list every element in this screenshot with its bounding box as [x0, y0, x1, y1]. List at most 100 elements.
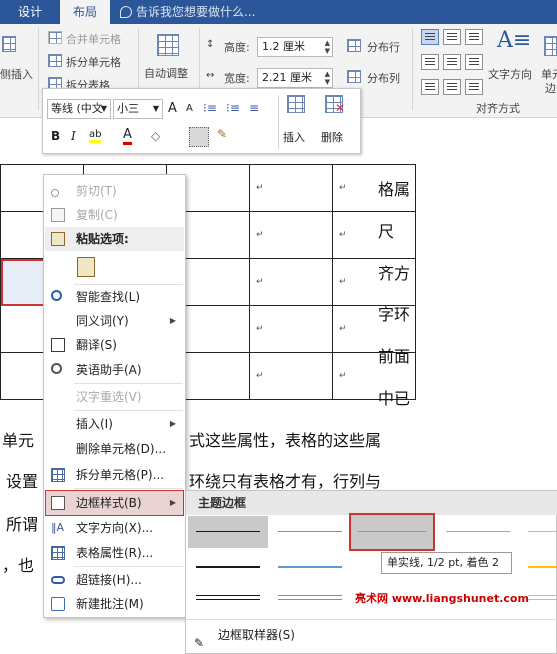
comment-icon	[51, 597, 65, 611]
border-painter-label: 边框取样器(S)	[218, 628, 295, 642]
table-cell[interactable]: ↵	[249, 211, 333, 259]
menu-item-translate[interactable]: 翻译(S)	[45, 333, 184, 357]
menu-item-label: 剪切(T)	[76, 184, 117, 198]
paragraph-mark: ↵	[256, 277, 264, 287]
body-text: 齐方	[378, 264, 411, 283]
text-direction-icon: ‖A	[51, 521, 65, 534]
copy-icon	[51, 208, 65, 222]
align-bottom-center-button[interactable]	[443, 79, 461, 95]
align-top-center-button[interactable]	[443, 29, 461, 45]
border-style-swatch-selected[interactable]	[349, 513, 435, 551]
bold-button[interactable]: B	[51, 129, 60, 143]
distribute-cols-button[interactable]: 分布列	[367, 70, 400, 86]
submenu-arrow-icon: ▶	[169, 316, 176, 325]
menu-item-new-comment[interactable]: 新建批注(M)	[45, 592, 184, 616]
spinner-icon[interactable]: ▲ ▼	[325, 70, 330, 86]
font-color-button[interactable]: A	[123, 127, 132, 145]
delete-button[interactable]: 删除	[321, 129, 343, 145]
scissors-icon	[51, 189, 59, 197]
menu-item-split-cells[interactable]: 拆分单元格(P)...	[45, 463, 184, 487]
menu-item-cut[interactable]: 剪切(T)	[45, 179, 184, 203]
menu-item-insert[interactable]: 插入(I) ▶	[45, 412, 184, 436]
border-style-swatch[interactable]	[520, 516, 557, 548]
border-styles-icon	[51, 496, 65, 510]
align-top-right-button[interactable]	[465, 29, 483, 45]
border-style-swatch[interactable]	[270, 583, 350, 615]
submenu-arrow-icon: ▶	[169, 419, 176, 428]
align-middle-left-button[interactable]	[421, 54, 439, 70]
cell-margins-button-2: 边	[545, 82, 556, 95]
menu-item-table-properties[interactable]: 表格属性(R)...	[45, 541, 184, 565]
menu-item-reconvert[interactable]: 汉字重选(V)	[45, 385, 184, 409]
menu-item-label: 边框样式(B)	[76, 496, 142, 510]
bullets-icon[interactable]: ⁝≡	[203, 101, 217, 115]
border-style-swatch[interactable]	[188, 516, 268, 548]
align-top-left-button[interactable]	[421, 29, 439, 45]
body-text: 设置	[6, 472, 39, 491]
menu-item-hyperlink[interactable]: 超链接(H)...	[45, 568, 184, 592]
border-painter-button[interactable]: ✎ 边框取样器(S)	[186, 619, 557, 650]
paste-text-only-icon	[77, 257, 95, 277]
paste-keep-text-button[interactable]	[45, 253, 184, 283]
distribute-rows-icon	[347, 39, 361, 52]
menu-item-text-direction[interactable]: ‖A 文字方向(X)...	[45, 516, 184, 540]
width-field[interactable]: 2.21 厘米 ▲ ▼	[257, 68, 333, 88]
font-select[interactable]: 等线 (中文 ▼	[47, 99, 111, 119]
border-style-swatch[interactable]	[270, 516, 350, 548]
numbering-icon[interactable]: ⁝≡	[226, 101, 240, 115]
paragraph-mark: ↵	[256, 371, 264, 381]
menu-item-label: 翻译(S)	[76, 338, 117, 352]
separator	[74, 488, 183, 489]
text-direction-button[interactable]: 文字方向	[488, 66, 532, 82]
shading-icon[interactable]: ◇	[151, 129, 160, 143]
styles-icon[interactable]: ≡	[249, 101, 259, 115]
menu-item-copy[interactable]: 复制(C)	[45, 203, 184, 227]
border-style-swatch[interactable]	[270, 551, 350, 583]
spinner-icon[interactable]: ▲ ▼	[325, 39, 330, 55]
border-style-swatch[interactable]	[520, 551, 557, 583]
align-center-button[interactable]	[443, 54, 461, 70]
separator	[412, 28, 413, 110]
insert-button[interactable]: 插入	[283, 129, 305, 145]
border-style-swatch[interactable]	[188, 583, 268, 615]
body-text: ，也	[2, 556, 35, 575]
distribute-rows-button[interactable]: 分布行	[367, 39, 400, 55]
menu-item-smart-lookup[interactable]: 智能查找(L)	[45, 285, 184, 309]
menu-item-english-assistant[interactable]: 英语助手(A)	[45, 358, 184, 382]
width-icon: ↔	[206, 70, 215, 81]
menu-item-label: 删除单元格(D)...	[76, 442, 167, 456]
menu-item-label: 文字方向(X)...	[76, 521, 154, 535]
align-bottom-right-button[interactable]	[465, 79, 483, 95]
height-field[interactable]: 1.2 厘米 ▲ ▼	[257, 37, 333, 57]
menu-item-synonyms[interactable]: 同义词(Y) ▶	[45, 309, 184, 333]
table-cell[interactable]: ↵	[332, 211, 416, 259]
split-cells-button[interactable]: 拆分单元格	[66, 54, 121, 70]
italic-button[interactable]: I	[71, 129, 76, 143]
shrink-font-button[interactable]: A	[186, 103, 193, 114]
table-properties-icon	[51, 546, 65, 560]
menu-item-label: 复制(C)	[76, 208, 118, 222]
tab-layout[interactable]: 布局	[60, 0, 110, 25]
insert-side-button[interactable]: 侧插入	[0, 66, 33, 82]
align-middle-right-button[interactable]	[465, 54, 483, 70]
table-cell[interactable]: ↵	[249, 258, 333, 306]
grow-font-button[interactable]: A	[168, 101, 177, 116]
highlight-button[interactable]: ab	[89, 129, 102, 143]
cell-margins-icon	[544, 36, 557, 56]
border-style-swatch[interactable]	[188, 551, 268, 583]
tab-design[interactable]: 设计	[10, 0, 50, 24]
table-cell[interactable]: ↵	[249, 352, 333, 400]
menu-item-border-styles[interactable]: 边框样式(B) ▶	[45, 490, 184, 516]
borders-icon[interactable]	[189, 127, 209, 147]
autofit-button[interactable]: 自动调整	[144, 65, 188, 81]
table-cell[interactable]: ↵	[249, 305, 333, 353]
format-painter-icon[interactable]: ✎	[217, 127, 227, 141]
menu-item-delete-cells[interactable]: 删除单元格(D)...	[45, 437, 184, 461]
table-cell[interactable]: ↵	[249, 164, 333, 212]
align-bottom-left-button[interactable]	[421, 79, 439, 95]
merge-cells-button[interactable]: 合并单元格	[66, 31, 121, 47]
border-style-swatch[interactable]	[438, 516, 518, 548]
paragraph-mark: ↵	[339, 277, 347, 287]
tell-me-search[interactable]: 告诉我您想要做什么...	[120, 0, 300, 24]
font-size-select[interactable]: 小三 ▼	[113, 99, 163, 119]
